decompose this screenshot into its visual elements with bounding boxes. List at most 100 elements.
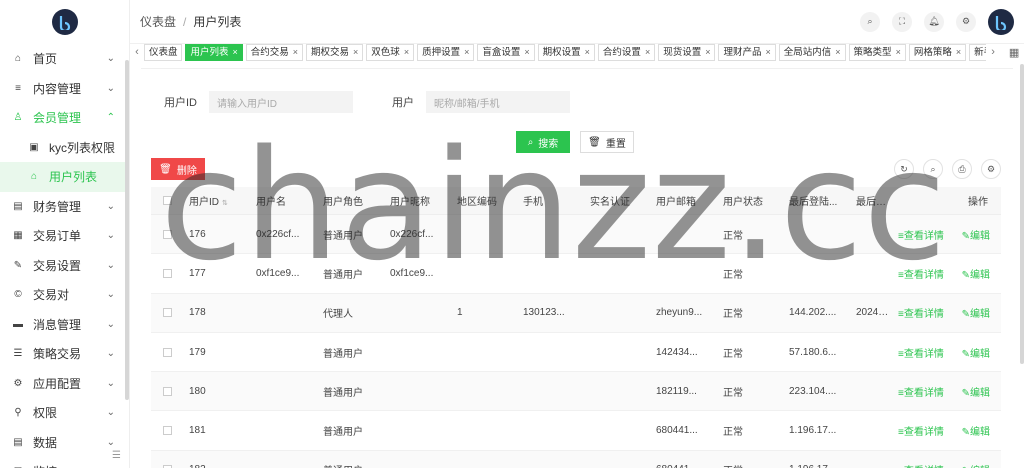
close-icon[interactable]: × bbox=[464, 45, 469, 60]
view-details-link[interactable]: ≡查看详情 bbox=[898, 227, 944, 242]
table-cell: 1.196.17... bbox=[789, 425, 837, 437]
view-details-link[interactable]: ≡查看详情 bbox=[898, 462, 944, 468]
edit-link[interactable]: ✎编辑 bbox=[962, 305, 990, 320]
sidebar-item-0[interactable]: ⌂ 首页 ⌄ bbox=[0, 44, 129, 74]
tab-10[interactable]: 理财产品 × bbox=[718, 43, 776, 61]
view-details-link[interactable]: ≡查看详情 bbox=[898, 423, 944, 438]
tab-6[interactable]: 盲盒设置 × bbox=[477, 43, 535, 61]
tab-11[interactable]: 全局站内信 × bbox=[778, 43, 846, 61]
close-icon[interactable]: × bbox=[645, 45, 650, 60]
sidebar-item-11[interactable]: ⚙ 应用配置 ⌄ bbox=[0, 369, 129, 399]
tab-8[interactable]: 合约设置 × bbox=[597, 43, 656, 61]
chevron-down-icon: ⌄ bbox=[106, 377, 115, 389]
user-table: 用户ID ⇅ 用户名 用户角色 用户昵称 地区编码 手机 实名认证 用户邮箱 用户状态 最后登陆..… bbox=[151, 187, 1001, 468]
sidebar-item-1[interactable]: ≡ 内容管理 ⌄ bbox=[0, 74, 129, 104]
logo[interactable] bbox=[51, 9, 78, 35]
sidebar-item-3[interactable]: ▣ kyc列表权限 bbox=[0, 133, 129, 163]
view-details-link[interactable]: ≡查看详情 bbox=[898, 266, 944, 281]
edit-link[interactable]: ✎编辑 bbox=[962, 423, 990, 438]
view-details-link[interactable]: ≡查看详情 bbox=[898, 384, 944, 399]
sidebar-scrollbar[interactable] bbox=[125, 60, 129, 400]
close-icon[interactable]: × bbox=[524, 45, 529, 60]
fullscreen-icon[interactable]: ⛶ bbox=[892, 11, 912, 32]
refresh-icon[interactable]: ↻ bbox=[894, 159, 914, 179]
select-all-checkbox[interactable] bbox=[151, 196, 183, 205]
sidebar-item-8[interactable]: © 交易对 ⌄ bbox=[0, 280, 129, 310]
collapse-icon[interactable]: ☰ bbox=[112, 450, 121, 461]
sidebar-item-2[interactable]: ♙ 会员管理 ⌃ bbox=[0, 103, 129, 133]
settings-icon[interactable]: ⚙ bbox=[956, 11, 976, 32]
sidebar-item-4[interactable]: ⌂ 用户列表 bbox=[0, 162, 129, 192]
tab-7[interactable]: 期权设置 × bbox=[537, 43, 595, 61]
print-icon[interactable]: ⎙ bbox=[952, 159, 972, 179]
edit-link[interactable]: ✎编辑 bbox=[962, 227, 990, 242]
edit-link[interactable]: ✎编辑 bbox=[962, 462, 990, 468]
table-cell: 正常 bbox=[723, 269, 743, 281]
edit-link[interactable]: ✎编辑 bbox=[962, 266, 990, 281]
avatar[interactable] bbox=[988, 8, 1014, 35]
breadcrumb-home[interactable]: 仪表盘 bbox=[140, 13, 176, 30]
reset-button[interactable]: 🗑︎ 重置 bbox=[580, 131, 634, 153]
settings-icon[interactable]: ⚙ bbox=[981, 159, 1001, 179]
tab-5[interactable]: 质押设置 × bbox=[417, 43, 475, 61]
tab-3[interactable]: 期权交易 × bbox=[306, 43, 364, 61]
close-icon[interactable]: × bbox=[585, 45, 590, 60]
uid-input[interactable]: 请输入用户ID bbox=[209, 91, 353, 113]
permission-icon: ⚲ bbox=[14, 407, 22, 419]
tab-2[interactable]: 合约交易 × bbox=[245, 43, 304, 61]
row-checkbox[interactable] bbox=[151, 229, 183, 239]
close-icon[interactable]: × bbox=[404, 45, 409, 60]
view-details-link[interactable]: ≡查看详情 bbox=[898, 345, 944, 360]
row-checkbox[interactable] bbox=[151, 308, 183, 318]
chevron-down-icon: ⌄ bbox=[106, 82, 115, 94]
column-header[interactable]: 用户ID ⇅ bbox=[183, 193, 250, 208]
close-icon[interactable]: × bbox=[353, 45, 358, 60]
row-checkbox[interactable] bbox=[151, 426, 183, 436]
row-checkbox[interactable] bbox=[151, 386, 183, 396]
main-content: 用户ID 请输入用户ID 用户 昵称/邮箱/手机 ⌕ 搜索 🗑︎ 重置 🗑︎ 删… bbox=[141, 68, 1013, 468]
table-cell: 0x226cf... bbox=[256, 228, 300, 240]
tab-0[interactable]: 仪表盘 bbox=[143, 43, 183, 61]
search-button-label: 搜索 bbox=[538, 138, 559, 150]
close-icon[interactable]: × bbox=[293, 45, 298, 60]
tab-13[interactable]: 网格策略 × bbox=[908, 43, 967, 61]
sidebar-item-12[interactable]: ⚲ 权限 ⌄ bbox=[0, 398, 129, 428]
edit-link[interactable]: ✎编辑 bbox=[962, 345, 990, 360]
sidebar-item-10[interactable]: ☰ 策略交易 ⌄ bbox=[0, 339, 129, 369]
tab-14[interactable]: 新手签到× bbox=[969, 43, 987, 61]
user-input[interactable]: 昵称/邮箱/手机 bbox=[426, 91, 570, 113]
close-icon[interactable]: × bbox=[956, 45, 961, 60]
table-cell: 144.202.... bbox=[789, 307, 837, 319]
sort-icon[interactable]: ⇅ bbox=[222, 200, 228, 207]
close-icon[interactable]: × bbox=[766, 45, 771, 60]
row-checkbox[interactable] bbox=[151, 268, 183, 278]
tab-scroll-left-icon[interactable]: ‹ bbox=[130, 46, 144, 58]
close-icon[interactable]: × bbox=[835, 45, 840, 60]
sidebar-item-14[interactable]: ⎚监控⌄ bbox=[0, 457, 129, 468]
view-details-link[interactable]: ≡查看详情 bbox=[898, 305, 944, 320]
sidebar-item-label: 内容管理 bbox=[33, 81, 82, 96]
sidebar-item-label: 权限 bbox=[33, 406, 58, 421]
sidebar-item-5[interactable]: ▤ 财务管理 ⌄ bbox=[0, 192, 129, 222]
search-icon[interactable]: ⌕ bbox=[860, 11, 880, 32]
grid-icon[interactable]: ▦ bbox=[1004, 46, 1024, 59]
row-checkbox[interactable] bbox=[151, 347, 183, 357]
delete-button[interactable]: 🗑︎ 删除 bbox=[151, 158, 205, 180]
close-icon[interactable]: × bbox=[896, 45, 901, 60]
close-icon[interactable]: × bbox=[232, 45, 237, 60]
page-scrollbar[interactable] bbox=[1020, 64, 1024, 364]
tab-scroll-right-icon[interactable]: › bbox=[986, 46, 1000, 58]
sidebar-item-13[interactable]: ▤ 数据 ⌄ bbox=[0, 428, 129, 458]
search-button[interactable]: ⌕ 搜索 bbox=[516, 131, 570, 153]
sidebar-item-6[interactable]: ▦ 交易订单 ⌄ bbox=[0, 221, 129, 251]
bell-icon[interactable]: 🔔︎ bbox=[924, 11, 944, 32]
sidebar-item-7[interactable]: ✎ 交易设置 ⌄ bbox=[0, 251, 129, 281]
tab-9[interactable]: 现货设置 × bbox=[658, 43, 716, 61]
tab-1[interactable]: 用户列表 × bbox=[185, 43, 243, 61]
close-icon[interactable]: × bbox=[705, 45, 710, 60]
tab-12[interactable]: 策略类型 × bbox=[848, 43, 906, 61]
sidebar-item-9[interactable]: ▬ 消息管理 ⌄ bbox=[0, 310, 129, 340]
search-icon[interactable]: ⌕ bbox=[923, 159, 943, 179]
tab-4[interactable]: 双色球 × bbox=[366, 43, 415, 61]
edit-link[interactable]: ✎编辑 bbox=[962, 384, 990, 399]
